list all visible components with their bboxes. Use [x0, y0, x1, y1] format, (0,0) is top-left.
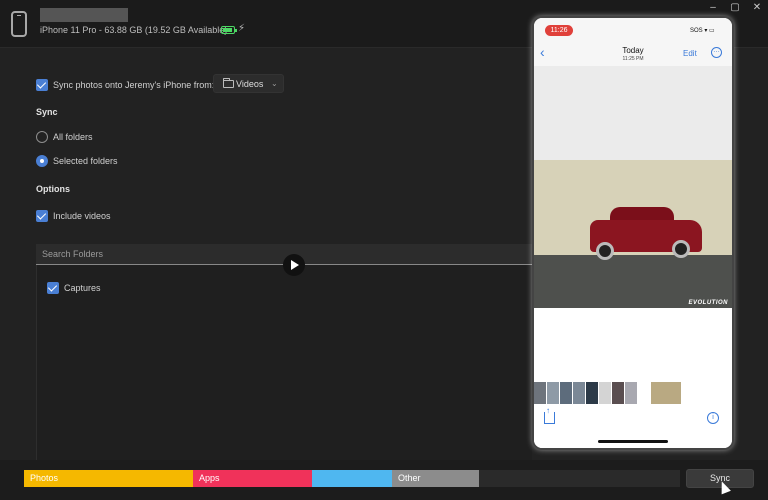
sync-photos-checkbox[interactable] — [36, 79, 48, 91]
car-wheel-front — [596, 242, 614, 260]
thumbnail-selected[interactable] — [651, 382, 681, 404]
info-icon[interactable]: i — [707, 412, 719, 424]
folder-list: Captures — [36, 265, 532, 460]
thumbnail[interactable] — [573, 382, 585, 404]
photo-letterbox-bottom — [534, 308, 732, 380]
include-videos-label: Include videos — [53, 211, 111, 221]
window-controls: – ▢ ✕ — [702, 0, 768, 16]
minimize-button[interactable]: – — [702, 0, 724, 16]
share-icon[interactable] — [544, 406, 555, 424]
storage-segment-other: Other — [392, 470, 479, 487]
photo-source-dropdown[interactable]: Videos ⌄ — [213, 74, 284, 93]
photo-watermark: EVOLUTION — [688, 300, 728, 306]
selected-folders-radio[interactable] — [36, 155, 48, 167]
all-folders-radio[interactable] — [36, 131, 48, 143]
photo-source-value: Videos — [236, 79, 264, 89]
captures-checkbox[interactable] — [47, 282, 59, 294]
photo-thumbnail-strip — [534, 382, 732, 404]
battery-icon — [221, 26, 237, 34]
thumbnail[interactable] — [586, 382, 598, 404]
device-name-redacted — [40, 8, 128, 22]
thumbnail[interactable] — [612, 382, 624, 404]
charging-bolt-icon: ⚡ — [238, 23, 246, 34]
phone-status-bar: 11:26 SOS ▾ ▭ — [534, 18, 732, 40]
photos-nav-bar: ‹ Today 11:25 PM Edit … — [534, 40, 732, 66]
car-wheel-rear — [672, 240, 690, 258]
all-folders-label: All folders — [53, 132, 93, 142]
home-indicator — [598, 440, 668, 443]
thumbnail[interactable] — [599, 382, 611, 404]
thumbnail[interactable] — [638, 382, 650, 404]
sync-section-title: Sync — [36, 107, 58, 117]
phone-status-icons: SOS ▾ ▭ — [690, 28, 715, 34]
storage-bar: Photos Apps Other — [24, 470, 680, 487]
storage-segment-apps: Apps — [193, 470, 312, 487]
photos-nav-subtitle: 11:25 PM — [622, 56, 644, 62]
iphone-icon — [11, 11, 27, 37]
storage-segment-photos: Photos — [24, 470, 193, 487]
car-photo[interactable]: EVOLUTION — [534, 160, 732, 308]
thumbnail[interactable] — [547, 382, 559, 404]
folder-icon — [223, 78, 234, 88]
selected-folders-label: Selected folders — [53, 156, 118, 166]
bottom-bar: Photos Apps Other Sync — [0, 460, 768, 500]
captures-label: Captures — [64, 283, 101, 293]
thumbnail[interactable] — [534, 382, 546, 404]
include-videos-checkbox[interactable] — [36, 210, 48, 222]
device-info: iPhone 11 Pro - 63.88 GB (19.52 GB Avail… — [40, 25, 228, 35]
more-icon[interactable]: … — [711, 47, 722, 58]
thumbnail[interactable] — [625, 382, 637, 404]
window: iPhone 11 Pro - 63.88 GB (19.52 GB Avail… — [0, 0, 768, 500]
search-folders-input[interactable] — [42, 247, 442, 261]
photos-toolbar: i — [534, 406, 732, 448]
photo-letterbox-top — [534, 66, 732, 160]
options-section-title: Options — [36, 184, 70, 194]
close-button[interactable]: ✕ — [746, 0, 768, 16]
play-icon[interactable] — [283, 254, 305, 276]
phone-mirror: 11:26 SOS ▾ ▭ ‹ Today 11:25 PM Edit … EV… — [532, 16, 734, 450]
chevron-down-icon: ⌄ — [271, 79, 278, 88]
thumbnail[interactable] — [560, 382, 572, 404]
maximize-button[interactable]: ▢ — [724, 0, 746, 16]
photos-nav-title: Today — [622, 46, 644, 55]
storage-segment-media — [312, 470, 392, 487]
phone-time: 11:26 — [545, 25, 573, 36]
edit-button[interactable]: Edit — [683, 49, 697, 58]
sync-photos-label: Sync photos onto Jeremy's iPhone from: — [53, 80, 215, 90]
